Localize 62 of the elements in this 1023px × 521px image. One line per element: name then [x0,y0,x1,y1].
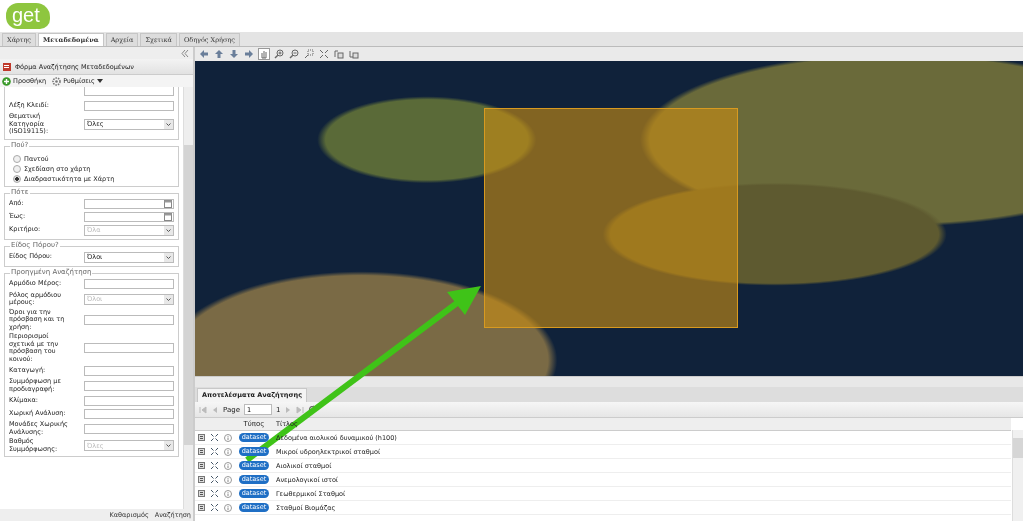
input-field[interactable] [84,279,174,289]
first-page-icon[interactable] [199,405,207,414]
scrollbar[interactable] [183,87,193,509]
info-icon[interactable] [223,461,232,470]
date-field[interactable] [84,212,174,222]
dropdown-icon [164,225,173,235]
map-tool-icon[interactable] [198,48,210,60]
map-tool-icon[interactable] [303,48,315,60]
form-icon [2,61,12,72]
zoom-extent-icon[interactable] [210,461,219,470]
previous-page-icon[interactable] [211,405,219,414]
input-field[interactable] [84,365,174,376]
map-tool-icon[interactable] [213,48,225,60]
map-tool-icon[interactable] [333,48,345,60]
map-tool-icon[interactable] [288,48,300,60]
input-field[interactable] [84,408,174,419]
dropdown-icon [164,252,173,262]
input-field[interactable] [84,314,174,325]
input-field[interactable] [84,343,174,353]
details-icon[interactable] [198,504,205,511]
info-icon[interactable] [223,433,232,442]
zoom-extent-icon[interactable] [210,475,219,484]
zoom-extent-icon[interactable] [210,447,219,456]
info-icon[interactable] [223,475,232,484]
satellite-map-placeholder[interactable] [195,61,1023,376]
info-icon[interactable] [223,503,232,512]
calendar-icon[interactable] [164,200,172,208]
input-field[interactable] [84,380,174,391]
details-icon[interactable] [198,448,205,455]
radio-button[interactable] [13,174,21,183]
dropdown-icon [164,441,173,450]
input-field[interactable] [84,100,174,111]
logo: get [6,3,50,29]
map-tool-icon[interactable] [273,48,285,60]
info-icon[interactable] [223,447,232,456]
input-field[interactable] [84,395,174,406]
gear-icon [52,76,62,86]
details-icon[interactable] [198,462,205,469]
calendar-icon[interactable] [164,213,172,221]
details-icon[interactable] [198,476,205,483]
radio-button[interactable] [13,154,21,163]
zoom-extent-icon[interactable] [210,503,219,512]
map-tool-icon[interactable] [228,48,240,60]
map-tool-icon[interactable] [318,48,330,60]
map-tool-icon[interactable] [243,48,255,60]
map-tool-icon[interactable] [258,48,270,60]
info-icon[interactable] [223,489,232,498]
scrollbar[interactable] [1012,430,1023,521]
dropdown-icon [164,119,173,129]
collapse-icon[interactable] [181,49,189,57]
date-field[interactable] [84,199,174,209]
zoom-extent-icon[interactable] [210,433,219,442]
input-field[interactable] [84,87,174,96]
details-icon[interactable] [198,490,205,497]
dropdown-icon [164,294,173,304]
caret-icon [96,79,103,83]
last-page-icon[interactable] [296,405,305,414]
zoom-extent-icon[interactable] [210,489,219,498]
map-tool-icon[interactable] [348,48,360,60]
radio-button[interactable] [13,164,21,173]
input-field[interactable] [84,423,174,434]
details-icon[interactable] [198,434,205,441]
